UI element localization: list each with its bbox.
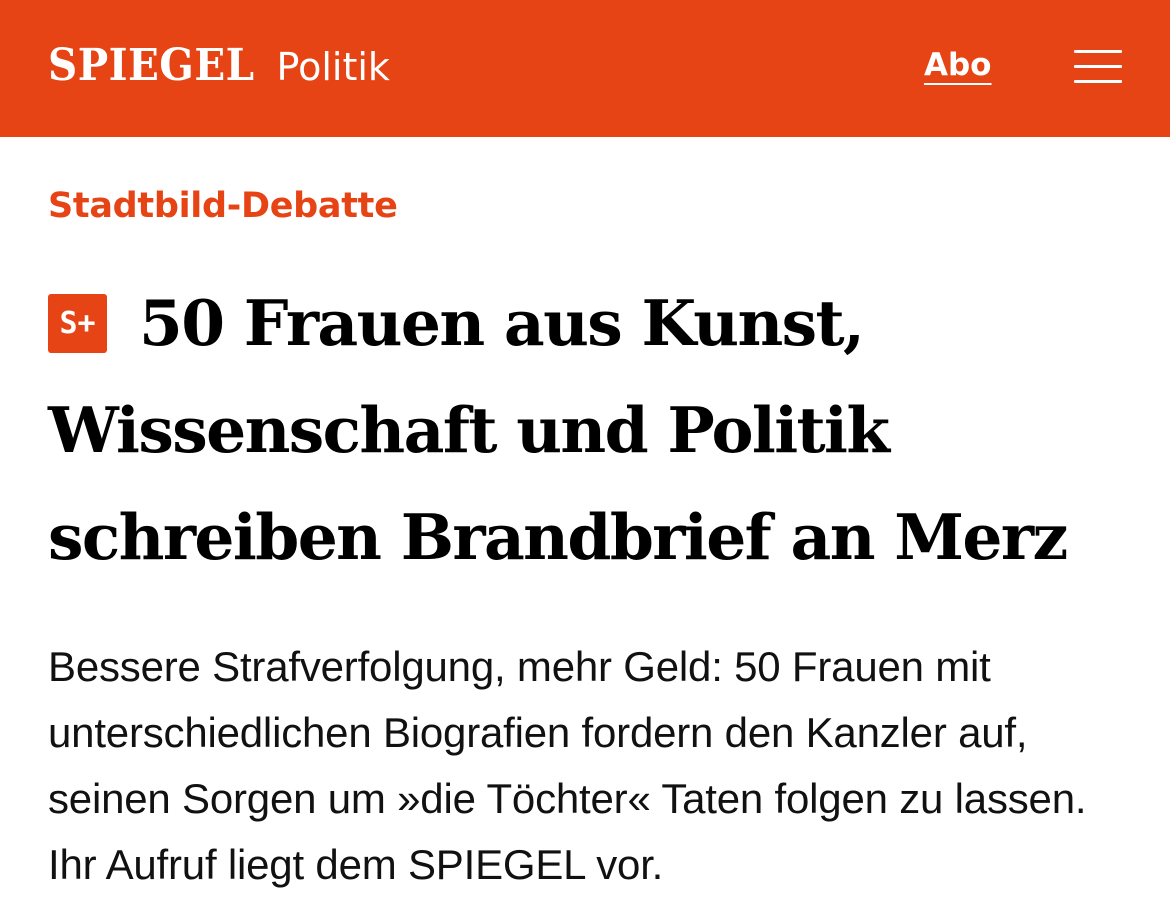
headline-text: 50 Frauen aus Kunst, Wissenschaft und Po…	[48, 286, 1068, 574]
site-header: SPIEGEL Politik Abo	[0, 0, 1170, 137]
article-headline[interactable]: S+ 50 Frauen aus Kunst, Wissenschaft und …	[48, 270, 1138, 591]
spiegel-plus-badge-icon: S+	[48, 294, 107, 353]
article-teaser: Bessere Strafverfolgung, mehr Geld: 50 F…	[48, 643, 1087, 888]
menu-line	[1074, 65, 1122, 68]
section-name[interactable]: Politik	[277, 48, 390, 86]
spiegel-logo[interactable]: SPIEGEL	[48, 44, 255, 88]
hamburger-menu-icon[interactable]	[1074, 50, 1122, 84]
abo-link[interactable]: Abo	[924, 50, 991, 81]
brand[interactable]: SPIEGEL Politik	[48, 44, 390, 88]
menu-line	[1074, 50, 1122, 53]
article-kicker[interactable]: Stadtbild-Debatte	[48, 185, 398, 227]
menu-line	[1074, 80, 1122, 83]
